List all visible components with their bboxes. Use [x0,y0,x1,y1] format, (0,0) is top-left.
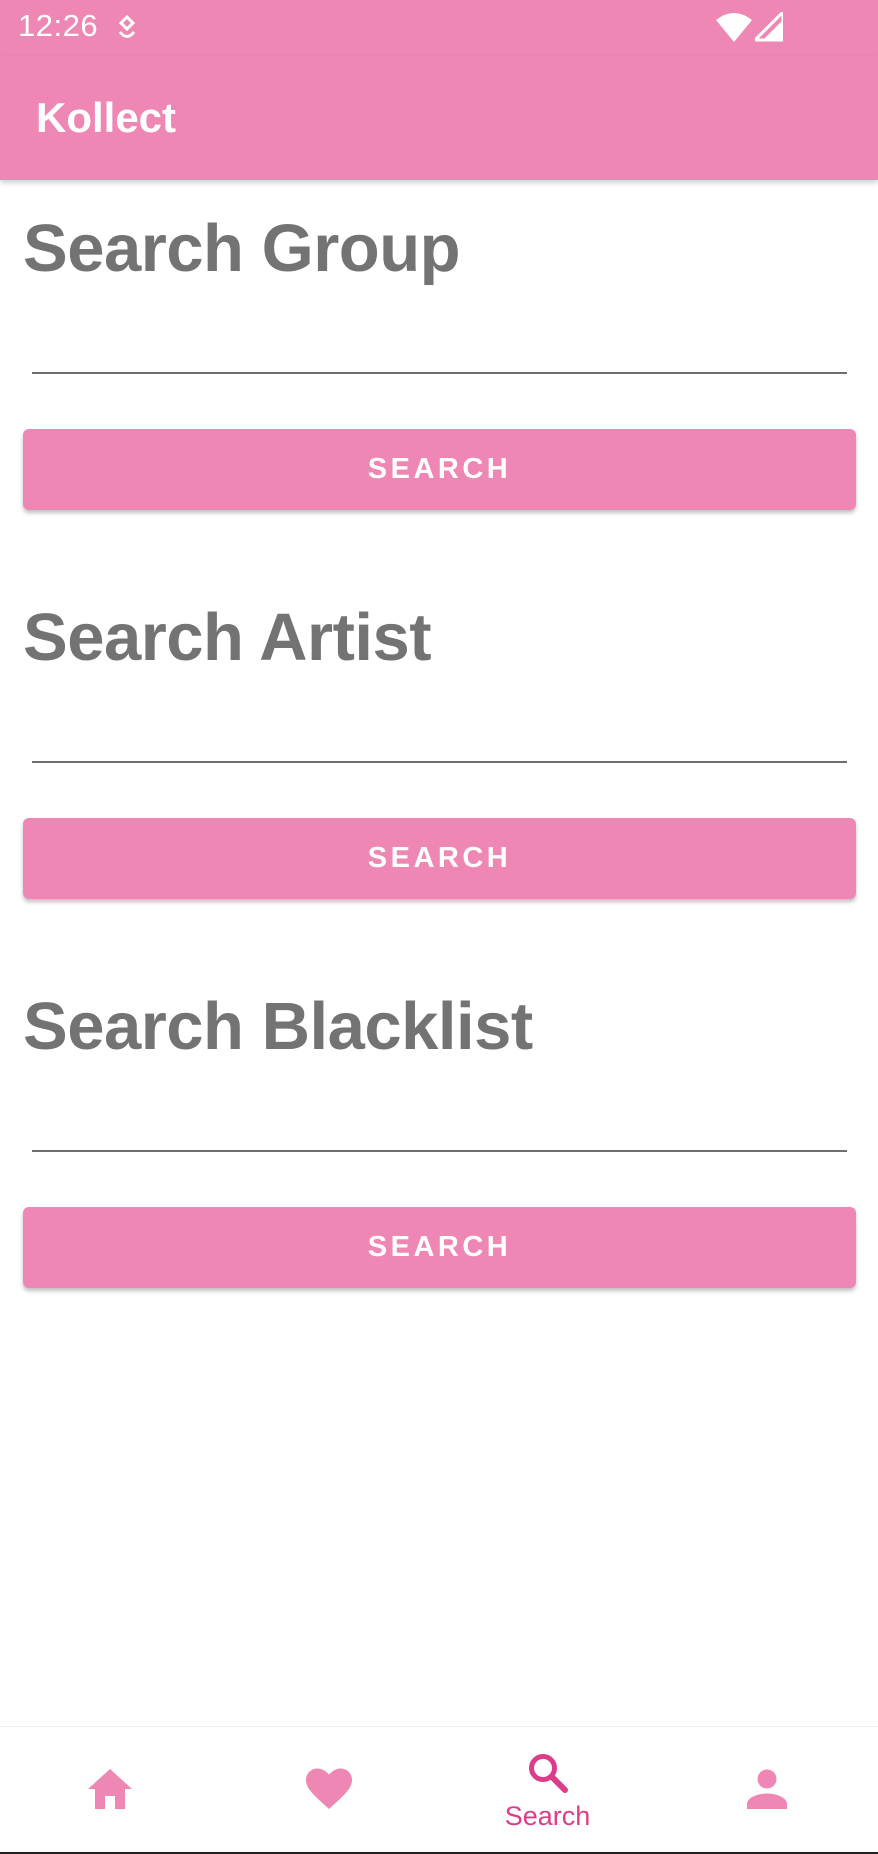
signal-icon [755,12,783,42]
search-artist-button[interactable]: SEARCH [23,818,856,899]
nav-item-profile[interactable] [657,1727,876,1853]
search-blacklist-button[interactable]: SEARCH [23,1207,856,1288]
search-icon [529,1754,568,1793]
blacklist-search-input[interactable] [32,1092,847,1152]
search-group-button[interactable]: SEARCH [23,429,856,510]
status-time: 12:26 [18,8,99,43]
nav-item-home[interactable] [0,1727,219,1853]
section-title-group: Search Group [23,211,461,286]
wifi-icon [716,13,752,42]
nav-item-favorites[interactable] [219,1727,438,1853]
group-search-input[interactable] [32,314,847,374]
nav-label-search: Search [504,1801,591,1831]
section-title-artist: Search Artist [23,600,432,675]
section-title-blacklist: Search Blacklist [23,989,533,1064]
app-title: Kollect [36,94,177,141]
person-icon [747,1769,787,1809]
app-bar: Kollect [0,56,878,180]
home-icon [88,1769,132,1809]
status-bar: 12:26 [0,0,878,56]
heart-icon [306,1768,352,1809]
nav-item-search[interactable]: Search [438,1727,657,1853]
notification-icon [118,14,136,38]
bottom-navigation: Search [0,1726,878,1852]
artist-search-input[interactable] [32,703,847,763]
